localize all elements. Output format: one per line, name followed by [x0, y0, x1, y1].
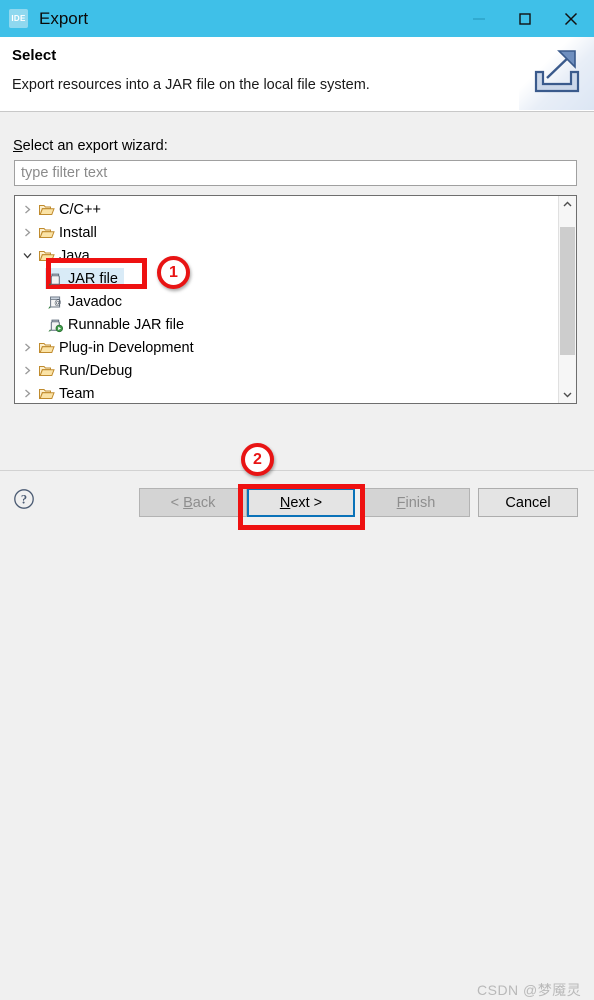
finish-button-label: Finish	[396, 494, 436, 511]
tree-item-label: Install	[59, 224, 97, 241]
scrollbar-thumb[interactable]	[560, 227, 575, 355]
folder-icon	[36, 202, 56, 218]
chevron-right-icon[interactable]	[19, 365, 36, 376]
ide-app-icon: IDE	[9, 9, 28, 28]
svg-text:?: ?	[21, 493, 27, 507]
tree-item-c-c[interactable]: C/C++	[15, 198, 558, 221]
ide-app-icon-label: IDE	[11, 14, 26, 23]
maximize-button[interactable]	[502, 0, 548, 37]
folder-icon	[38, 250, 55, 261]
scrollbar-track[interactable]	[559, 213, 576, 386]
folder-icon	[36, 340, 56, 356]
folder-icon	[38, 342, 55, 353]
tree-item-label: JAR file	[68, 270, 118, 287]
tree-item-runnable-jar-file[interactable]: Runnable JAR file	[15, 313, 558, 336]
runnable-jar-icon	[45, 317, 65, 333]
maximize-icon	[519, 12, 531, 25]
wizard-header: Select Export resources into a JAR file …	[0, 37, 594, 112]
tree-item-label: Team	[59, 385, 95, 402]
tree-item-install[interactable]: Install	[15, 221, 558, 244]
page-title: Select	[12, 47, 57, 64]
tree-item-plug-in-development[interactable]: Plug-in Development	[15, 336, 558, 359]
tree-scrollbar[interactable]	[558, 196, 576, 403]
close-button[interactable]	[548, 0, 594, 37]
page-description: Export resources into a JAR file on the …	[12, 77, 370, 93]
export-wizard-label-rest: elect an export wizard:	[22, 138, 168, 154]
next-button[interactable]: Next >	[247, 488, 355, 517]
tree-item-label: Runnable JAR file	[68, 316, 185, 333]
javadoc-icon: @	[47, 296, 61, 309]
filter-input-wrapper[interactable]	[14, 160, 577, 186]
help-question-icon[interactable]: ?	[13, 488, 35, 515]
export-wizard-tree-panel: C/C++ Install Java JAR file @ Javadoc Runnable…	[14, 195, 577, 404]
folder-icon	[38, 388, 55, 399]
folder-icon	[36, 248, 56, 264]
annotation-badge-1: 1	[157, 256, 190, 289]
tree-item-jar-file[interactable]: JAR file	[15, 267, 558, 290]
filter-input[interactable]	[15, 161, 576, 185]
chevron-right-icon[interactable]	[19, 388, 36, 399]
chevron-down-icon[interactable]	[559, 386, 576, 403]
tree-item-java[interactable]: Java	[15, 244, 558, 267]
chevron-right-icon[interactable]	[19, 204, 36, 215]
folder-icon	[38, 204, 55, 215]
header-banner	[519, 37, 594, 110]
close-icon	[564, 12, 578, 25]
wizard-body: Select an export wizard: C/C++ Install Jav…	[0, 112, 594, 471]
next-button-label: Next >	[279, 494, 323, 511]
jar-file-icon	[45, 271, 65, 287]
finish-button[interactable]: Finish	[362, 488, 470, 517]
tree-item-label: C/C++	[59, 201, 101, 218]
tree-item-javadoc[interactable]: @ Javadoc	[15, 290, 558, 313]
chevron-right-icon[interactable]	[19, 227, 36, 238]
folder-icon	[38, 227, 55, 238]
tree-item-label: Javadoc	[68, 293, 123, 310]
annotation-badge-2: 2	[241, 443, 274, 476]
export-wizard-tree[interactable]: C/C++ Install Java JAR file @ Javadoc Runnable…	[15, 196, 558, 403]
tree-item-team[interactable]: Team	[15, 382, 558, 403]
folder-icon	[36, 363, 56, 379]
runnable-jar-icon	[47, 319, 63, 332]
export-wizard-label: Select an export wizard:	[13, 138, 168, 154]
tree-item-label: Plug-in Development	[59, 339, 194, 356]
folder-icon	[38, 365, 55, 376]
export-arrow-icon	[534, 50, 580, 93]
back-button-label: < Back	[170, 494, 216, 511]
minimize-icon	[473, 17, 485, 20]
minimize-button[interactable]	[456, 0, 502, 37]
jar-file-icon	[47, 273, 60, 286]
chevron-down-icon[interactable]	[19, 251, 36, 260]
folder-icon	[36, 386, 56, 402]
window-titlebar: IDE Export	[0, 0, 594, 37]
tree-item-label: Java	[59, 247, 90, 264]
window-controls	[456, 0, 594, 37]
tree-item-run-debug[interactable]: Run/Debug	[15, 359, 558, 382]
window-title: Export	[39, 8, 89, 28]
wizard-footer: ? < Back Next > Finish Cancel CSDN @梦魇灵	[0, 471, 594, 998]
back-button[interactable]: < Back	[139, 488, 247, 517]
tree-item-label: Run/Debug	[59, 362, 133, 379]
export-wizard-label-mnemonic: S	[13, 138, 23, 154]
cancel-button-label: Cancel	[505, 494, 551, 511]
javadoc-icon: @	[45, 294, 65, 310]
folder-icon	[36, 225, 56, 241]
watermark: CSDN @梦魇灵	[477, 982, 582, 998]
svg-text:@: @	[54, 300, 61, 307]
cancel-button[interactable]: Cancel	[478, 488, 578, 517]
chevron-right-icon[interactable]	[19, 342, 36, 353]
chevron-up-icon[interactable]	[559, 196, 576, 213]
